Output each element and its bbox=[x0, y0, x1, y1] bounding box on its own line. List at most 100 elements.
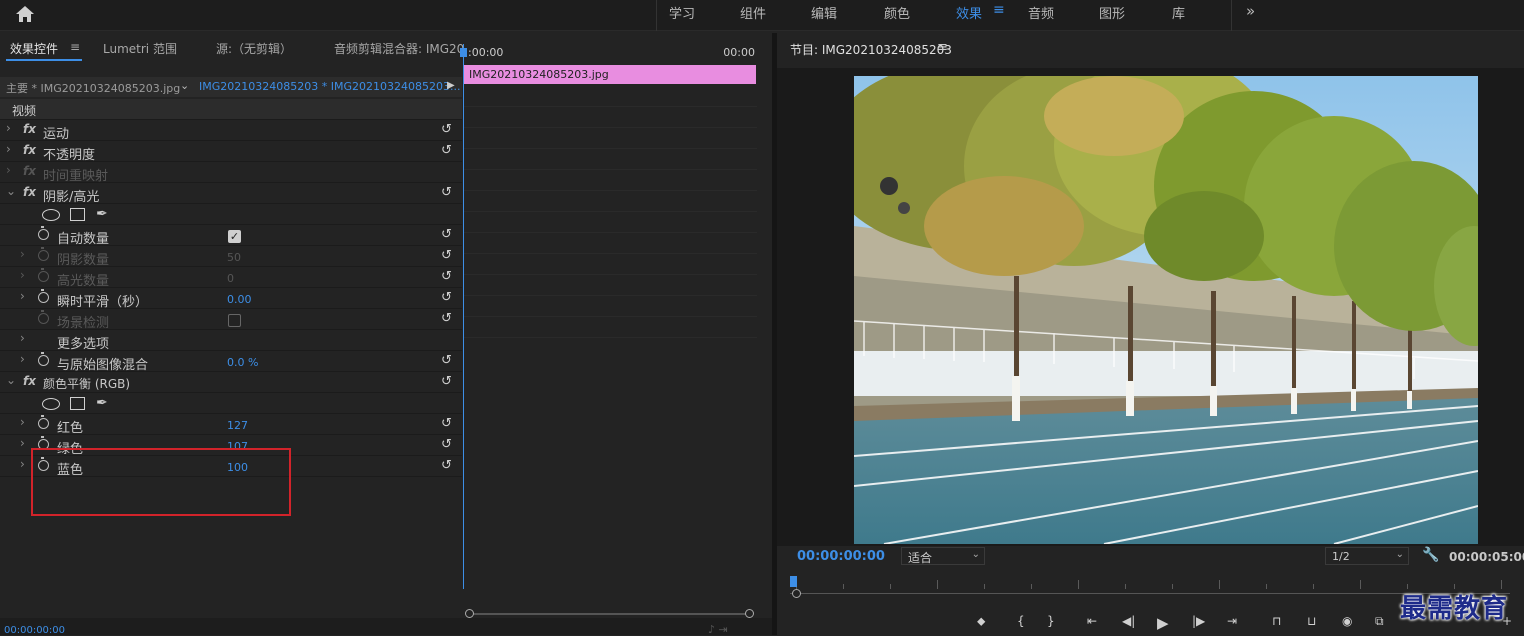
time-ruler[interactable]: :00:00 00:00 bbox=[463, 44, 757, 64]
chevron-down-icon[interactable]: ⌄ bbox=[180, 79, 189, 92]
reset-icon[interactable]: ↺ bbox=[441, 374, 452, 389]
chevron-right-icon[interactable]: › bbox=[20, 268, 25, 282]
effect-row[interactable]: › 阴影数量 50 ↺ bbox=[0, 246, 462, 268]
effect-row[interactable]: ⌄ fx 颜色平衡 (RGB) ↺ bbox=[0, 372, 462, 393]
compare-icon[interactable]: ⧉ bbox=[1375, 614, 1384, 629]
reset-icon[interactable]: ↺ bbox=[441, 248, 452, 263]
monitor-menu-icon[interactable]: ≡ bbox=[937, 40, 948, 55]
play-icon[interactable]: ▶ bbox=[1157, 614, 1169, 632]
workspace-tab-editing[interactable]: 编辑 bbox=[811, 3, 837, 22]
home-icon[interactable] bbox=[14, 4, 36, 24]
effect-row[interactable]: › fx 时间重映射 bbox=[0, 162, 462, 184]
sequence-clip-label[interactable]: IMG20210324085203 * IMG20210324085203... bbox=[199, 80, 460, 93]
step-forward-icon[interactable]: |▶ bbox=[1192, 614, 1205, 628]
effect-row[interactable]: ✒ bbox=[0, 393, 462, 414]
zoom-fit-select[interactable]: 适合 ⌄ bbox=[901, 547, 985, 565]
workspace-tab-learn[interactable]: 学习 bbox=[669, 3, 695, 22]
reset-icon[interactable]: ↺ bbox=[441, 227, 452, 242]
reset-icon[interactable]: ↺ bbox=[441, 353, 452, 368]
lift-icon[interactable]: ⊓ bbox=[1272, 614, 1281, 628]
reset-icon[interactable]: ↺ bbox=[441, 311, 452, 326]
scroll-handle-left[interactable] bbox=[465, 609, 474, 618]
reset-icon[interactable]: ↺ bbox=[441, 437, 452, 452]
stopwatch-icon[interactable] bbox=[38, 352, 49, 366]
pen-mask-icon[interactable]: ✒ bbox=[96, 206, 108, 222]
chevron-right-icon[interactable]: › bbox=[20, 415, 25, 429]
scroll-handle-left[interactable] bbox=[792, 589, 801, 598]
footer-icons[interactable]: ♪ ⇥ bbox=[708, 623, 728, 636]
reset-icon[interactable]: ↺ bbox=[441, 416, 452, 431]
effect-row[interactable]: › 红色 127 ↺ bbox=[0, 414, 462, 436]
param-checkbox[interactable]: ✓ bbox=[228, 230, 241, 243]
param-value[interactable]: 0 bbox=[227, 272, 234, 285]
hamburger-icon[interactable]: ≡ bbox=[993, 2, 1005, 18]
tab-lumetri-scopes[interactable]: Lumetri 范围 bbox=[103, 40, 177, 57]
fx-toggle-icon[interactable]: fx bbox=[23, 122, 36, 136]
more-workspaces-icon[interactable]: » bbox=[1246, 2, 1255, 20]
effect-row[interactable]: 视频 bbox=[0, 99, 462, 120]
go-to-out-icon[interactable]: ⇥ bbox=[1227, 614, 1237, 628]
rectangle-mask-icon[interactable] bbox=[70, 397, 85, 410]
param-checkbox[interactable] bbox=[228, 314, 241, 327]
rectangle-mask-icon[interactable] bbox=[70, 208, 85, 221]
chevron-right-icon[interactable]: › bbox=[20, 457, 25, 471]
workspace-tab-assembly[interactable]: 组件 bbox=[740, 3, 766, 22]
fx-toggle-icon[interactable]: fx bbox=[23, 164, 36, 178]
effect-row[interactable]: ⌄ fx 阴影/高光 ↺ bbox=[0, 183, 462, 205]
add-marker-icon[interactable]: ⬥ bbox=[977, 614, 985, 629]
tab-effect-controls[interactable]: 效果控件 bbox=[10, 40, 58, 57]
settings-wrench-icon[interactable]: 🔧 bbox=[1422, 547, 1439, 563]
stopwatch-icon[interactable] bbox=[38, 268, 49, 282]
stopwatch-icon[interactable] bbox=[38, 226, 49, 240]
mark-out-icon[interactable]: } bbox=[1047, 614, 1055, 628]
reset-icon[interactable]: ↺ bbox=[441, 269, 452, 284]
fx-toggle-icon[interactable]: fx bbox=[23, 374, 36, 388]
stopwatch-icon[interactable] bbox=[38, 289, 49, 303]
stopwatch-icon[interactable] bbox=[38, 415, 49, 429]
export-frame-icon[interactable]: ◉ bbox=[1342, 614, 1352, 628]
param-value[interactable]: 127 bbox=[227, 419, 248, 432]
chevron-down-icon[interactable]: ⌄ bbox=[6, 373, 16, 387]
play-only-clip-icon[interactable]: ▶ bbox=[447, 80, 455, 91]
extract-icon[interactable]: ⊔ bbox=[1307, 614, 1316, 628]
workspace-tab-graphics[interactable]: 图形 bbox=[1099, 3, 1125, 22]
fx-toggle-icon[interactable]: fx bbox=[23, 143, 36, 157]
param-value[interactable]: 0.0 % bbox=[227, 356, 258, 369]
ellipse-mask-icon[interactable] bbox=[42, 398, 60, 410]
reset-icon[interactable]: ↺ bbox=[441, 185, 452, 200]
chevron-down-icon[interactable]: ⌄ bbox=[6, 184, 16, 198]
playback-resolution-select[interactable]: 1/2 ⌄ bbox=[1325, 547, 1409, 565]
effect-row[interactable]: › fx 不透明度 ↺ bbox=[0, 141, 462, 163]
stopwatch-icon[interactable] bbox=[38, 247, 49, 261]
effect-row[interactable]: › 更多选项 bbox=[0, 330, 462, 352]
mark-in-icon[interactable]: { bbox=[1017, 614, 1025, 628]
chevron-right-icon[interactable]: › bbox=[6, 121, 11, 135]
monitor-title[interactable]: 节目: IMG20210324085203 bbox=[790, 41, 952, 58]
tab-source[interactable]: 源:（无剪辑） bbox=[216, 40, 292, 57]
chevron-right-icon[interactable]: › bbox=[20, 289, 25, 303]
effect-row[interactable]: ✒ bbox=[0, 204, 462, 225]
chevron-right-icon[interactable]: › bbox=[6, 163, 11, 177]
effect-row[interactable]: › 与原始图像混合 0.0 % ↺ bbox=[0, 351, 462, 373]
scroll-handle-right[interactable] bbox=[745, 609, 754, 618]
playhead[interactable] bbox=[460, 44, 467, 589]
pen-mask-icon[interactable]: ✒ bbox=[96, 395, 108, 411]
effect-row[interactable]: › fx 运动 ↺ bbox=[0, 120, 462, 142]
footer-timecode[interactable]: 00:00:00:00 bbox=[4, 625, 65, 636]
workspace-tab-color[interactable]: 颜色 bbox=[884, 3, 910, 22]
reset-icon[interactable]: ↺ bbox=[441, 122, 452, 137]
stopwatch-icon[interactable] bbox=[38, 310, 49, 324]
chevron-right-icon[interactable]: › bbox=[20, 436, 25, 450]
reset-icon[interactable]: ↺ bbox=[441, 143, 452, 158]
workspace-tab-effects[interactable]: 效果 bbox=[956, 3, 982, 22]
go-to-in-icon[interactable]: ⇤ bbox=[1087, 614, 1097, 628]
fx-toggle-icon[interactable]: fx bbox=[23, 185, 36, 199]
reset-icon[interactable]: ↺ bbox=[441, 458, 452, 473]
current-timecode[interactable]: 00:00:00:00 bbox=[797, 549, 885, 564]
effect-row[interactable]: 自动数量 ✓ ↺ bbox=[0, 225, 462, 247]
step-back-icon[interactable]: ◀| bbox=[1122, 614, 1135, 628]
param-value[interactable]: 50 bbox=[227, 251, 241, 264]
chevron-right-icon[interactable]: › bbox=[6, 142, 11, 156]
playhead[interactable] bbox=[790, 576, 797, 587]
effect-row[interactable]: › 高光数量 0 ↺ bbox=[0, 267, 462, 289]
